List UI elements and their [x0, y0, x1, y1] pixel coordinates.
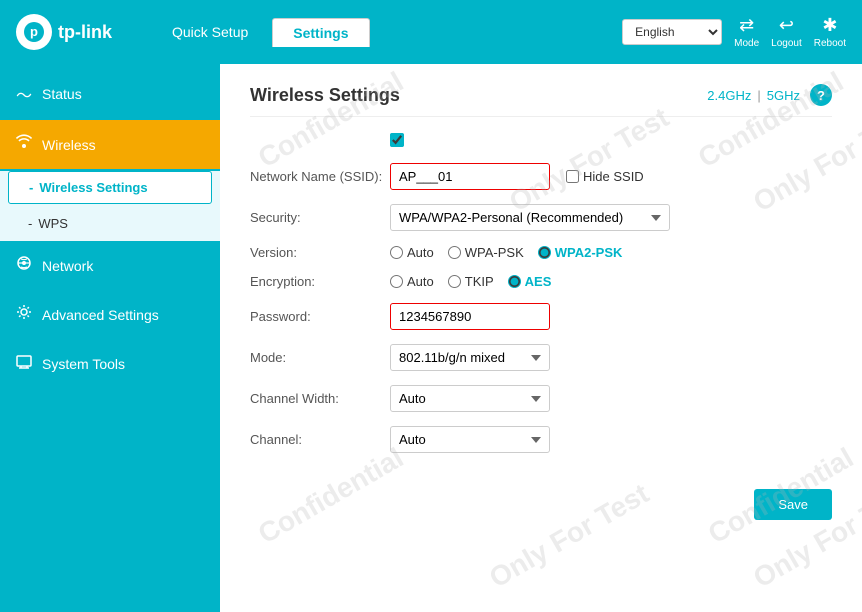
encryption-control: Auto TKIP AES: [390, 274, 832, 289]
version-control: Auto WPA-PSK WPA2-PSK: [390, 245, 832, 260]
mode-select[interactable]: 802.11b/g/n mixed 802.11n only 802.11g o…: [390, 344, 550, 371]
sidebar-label-wireless: Wireless: [42, 137, 96, 153]
tab-settings[interactable]: Settings: [272, 18, 369, 47]
security-label: Security:: [250, 210, 390, 225]
enable-radio-checkbox[interactable]: [390, 133, 404, 147]
network-name-control: Hide SSID: [390, 163, 832, 190]
header: p tp-link Quick Setup Settings English ⇄…: [0, 0, 862, 64]
sidebar-item-network[interactable]: Network: [0, 241, 220, 290]
version-row: Version: Auto WPA-PSK WPA2-PSK: [250, 245, 832, 260]
mode-control: 802.11b/g/n mixed 802.11n only 802.11g o…: [390, 344, 832, 371]
sidebar-bottom-decoration: [10, 572, 80, 602]
wireless-icon: [16, 134, 32, 155]
sidebar: 〜 Status Wireless - Wireless Settings - …: [0, 64, 220, 612]
advanced-icon: [16, 304, 32, 325]
hide-ssid-checkbox[interactable]: [566, 170, 579, 183]
hide-ssid-label[interactable]: Hide SSID: [566, 169, 644, 184]
logo-area: p tp-link: [16, 14, 112, 50]
header-right: English ⇄ Mode ↩ Logout ✱ Reboot: [622, 15, 846, 49]
password-label: Password:: [250, 309, 390, 324]
logo-icon: p: [16, 14, 52, 50]
network-icon: [16, 255, 32, 276]
encryption-tkip-radio[interactable]: [448, 275, 461, 288]
status-icon: 〜: [16, 82, 32, 106]
channel-control: Auto 1234 5678 910111213: [390, 426, 832, 453]
password-input[interactable]: [390, 303, 550, 330]
main-layout: 〜 Status Wireless - Wireless Settings - …: [0, 64, 862, 612]
password-row: Password:: [250, 303, 832, 330]
channel-row: Channel: Auto 1234 5678 910111213: [250, 426, 832, 453]
encryption-tkip-label[interactable]: TKIP: [448, 274, 494, 289]
mode-icon: ⇄: [739, 15, 754, 36]
sidebar-sub-label-wireless-settings: Wireless Settings: [39, 180, 147, 195]
svg-text:p: p: [30, 24, 38, 39]
channel-width-label: Channel Width:: [250, 391, 390, 406]
version-auto-label[interactable]: Auto: [390, 245, 434, 260]
network-name-label: Network Name (SSID):: [250, 169, 390, 184]
encryption-auto-radio[interactable]: [390, 275, 403, 288]
encryption-row: Encryption: Auto TKIP AES: [250, 274, 832, 289]
freq-5g-link[interactable]: 5GHz: [767, 88, 800, 103]
save-button[interactable]: Save: [754, 489, 832, 520]
sidebar-sub-wireless: - Wireless Settings - WPS: [0, 171, 220, 241]
nav-tabs: Quick Setup Settings: [152, 18, 622, 47]
security-row: Security: WPA/WPA2-Personal (Recommended…: [250, 204, 832, 231]
version-label: Version:: [250, 245, 390, 260]
system-icon: [16, 353, 32, 374]
freq-2g-link[interactable]: 2.4GHz: [707, 88, 751, 103]
help-icon[interactable]: ?: [810, 84, 832, 106]
reboot-icon: ✱: [822, 15, 837, 36]
content-area: Confidential Only For Test Confidential …: [220, 64, 862, 612]
version-auto-radio[interactable]: [390, 246, 403, 259]
sidebar-item-wireless[interactable]: Wireless: [0, 120, 220, 169]
sidebar-item-system[interactable]: System Tools: [0, 339, 220, 388]
sidebar-label-advanced: Advanced Settings: [42, 307, 159, 323]
network-name-row: Network Name (SSID): Hide SSID: [250, 163, 832, 190]
enable-radio-row: [250, 133, 832, 147]
sidebar-sub-wireless-settings[interactable]: - Wireless Settings: [8, 171, 212, 204]
logout-button[interactable]: ↩ Logout: [771, 15, 802, 49]
encryption-label: Encryption:: [250, 274, 390, 289]
version-wpa2psk-radio[interactable]: [538, 246, 551, 259]
version-wpapsk-radio[interactable]: [448, 246, 461, 259]
network-name-input[interactable]: [390, 163, 550, 190]
sidebar-sub-label-wps: WPS: [38, 216, 68, 231]
encryption-aes-label[interactable]: AES: [508, 274, 552, 289]
channel-width-select[interactable]: Auto 20MHz 40MHz: [390, 385, 550, 412]
encryption-aes-radio[interactable]: [508, 275, 521, 288]
freq-separator: |: [757, 88, 760, 103]
security-control: WPA/WPA2-Personal (Recommended) WPA/WPA2…: [390, 204, 832, 231]
brand-name: tp-link: [58, 22, 112, 43]
reboot-button[interactable]: ✱ Reboot: [814, 15, 846, 49]
version-wpapsk-label[interactable]: WPA-PSK: [448, 245, 524, 260]
content-header: Wireless Settings 2.4GHz | 5GHz ?: [250, 84, 832, 117]
mode-button[interactable]: ⇄ Mode: [734, 15, 759, 49]
freq-links: 2.4GHz | 5GHz: [707, 88, 800, 103]
sidebar-label-network: Network: [42, 258, 93, 274]
sidebar-item-advanced[interactable]: Advanced Settings: [0, 290, 220, 339]
language-select[interactable]: English: [622, 19, 722, 45]
mode-row: Mode: 802.11b/g/n mixed 802.11n only 802…: [250, 344, 832, 371]
version-wpa2psk-label[interactable]: WPA2-PSK: [538, 245, 623, 260]
sidebar-item-status[interactable]: 〜 Status: [0, 68, 220, 120]
tab-quick-setup[interactable]: Quick Setup: [152, 18, 268, 47]
sidebar-label-status: Status: [42, 86, 82, 102]
channel-select[interactable]: Auto 1234 5678 910111213: [390, 426, 550, 453]
page-title: Wireless Settings: [250, 85, 400, 106]
sidebar-label-system: System Tools: [42, 356, 125, 372]
mode-label: Mode:: [250, 350, 390, 365]
channel-width-row: Channel Width: Auto 20MHz 40MHz: [250, 385, 832, 412]
password-control: [390, 303, 832, 330]
sidebar-sub-wps[interactable]: - WPS: [0, 206, 220, 241]
channel-label: Channel:: [250, 432, 390, 447]
logout-icon: ↩: [779, 15, 794, 36]
channel-width-control: Auto 20MHz 40MHz: [390, 385, 832, 412]
security-select[interactable]: WPA/WPA2-Personal (Recommended) WPA/WPA2…: [390, 204, 670, 231]
encryption-auto-label[interactable]: Auto: [390, 274, 434, 289]
